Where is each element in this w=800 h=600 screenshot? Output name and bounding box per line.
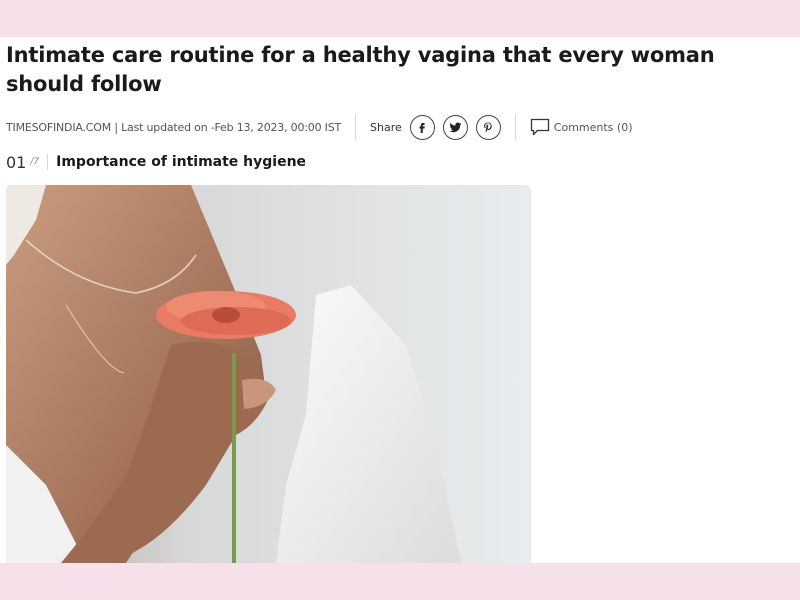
pinterest-icon (484, 122, 492, 133)
comment-icon (530, 118, 549, 136)
share-label: Share (370, 120, 402, 134)
comments-count: Comments (0) (553, 120, 633, 134)
slide-current-number: 01 (6, 152, 27, 172)
photo-illustration (6, 185, 531, 563)
divider (355, 114, 357, 140)
article-headline: Intimate care routine for a healthy vagi… (6, 43, 715, 96)
twitter-share-button[interactable] (442, 114, 468, 140)
article-byline: TIMESOFINDIA.COM | Last updated on -Feb … (6, 120, 342, 134)
article-page: Intimate care routine for a healthy vagi… (0, 37, 800, 563)
facebook-icon (419, 123, 426, 133)
slide-total-count: /7 (30, 157, 40, 167)
pinterest-share-button[interactable] (475, 114, 501, 140)
divider (47, 154, 49, 170)
comments-link[interactable]: Comments (0) (530, 118, 633, 136)
bottom-margin-band (0, 563, 800, 600)
woman-holding-pink-gerbera-photo (6, 185, 531, 563)
article-meta-row: TIMESOFINDIA.COM | Last updated on -Feb … (6, 113, 786, 141)
twitter-icon (449, 122, 462, 132)
slide-header: 01 /7 Importance of intimate hygiene (6, 151, 306, 173)
top-margin-band (0, 0, 800, 37)
facebook-share-button[interactable] (409, 114, 435, 140)
divider (514, 114, 516, 140)
slide-title: Importance of intimate hygiene (56, 154, 307, 170)
